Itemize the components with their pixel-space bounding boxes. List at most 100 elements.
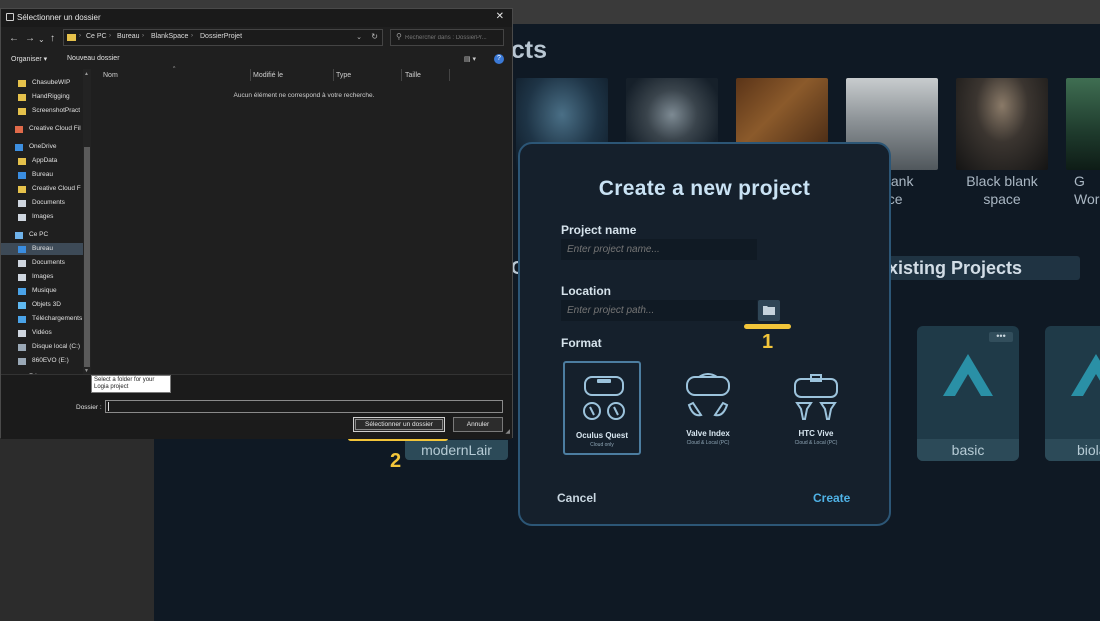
vr-headset-controllers-icon [686, 373, 730, 417]
nav-item[interactable]: HandRigging [1, 91, 87, 103]
project-card-basic[interactable]: ••• basic [917, 326, 1019, 461]
empty-results-message: Aucun élément ne correspond à votre rech… [233, 92, 375, 99]
breadcrumb-item[interactable]: DossierProjet [200, 33, 242, 40]
format-option-oculus-quest[interactable]: Oculus Quest Cloud only [563, 361, 641, 455]
nav-item[interactable]: ChasubeWIP [1, 77, 87, 89]
nav-item[interactable]: 860EVO (E:) [1, 355, 87, 367]
nav-item[interactable]: ScreenshotPract [1, 105, 87, 117]
logia-logo-icon [943, 354, 993, 396]
nav-item-label: Images [32, 213, 54, 220]
annotation-step-1: 1 [762, 331, 774, 353]
documents-icon [18, 200, 26, 207]
recent-chevron-icon[interactable]: ⌄ [38, 35, 45, 44]
nav-item-label: Bureau [32, 171, 53, 178]
view-options-icon[interactable]: ▤ ▾ [464, 55, 476, 63]
template-label-6: G Wor [1074, 173, 1100, 207]
search-icon: ⚲ [396, 32, 402, 41]
drive-icon [18, 358, 26, 365]
template-thumb-5[interactable] [956, 78, 1048, 170]
nav-item[interactable]: Images [1, 271, 87, 283]
cloud-icon [15, 144, 23, 151]
breadcrumb-item[interactable]: Ce PC [86, 33, 107, 40]
nav-item-label: Musique [32, 287, 57, 294]
nav-item-label: Creative Cloud Fil [29, 125, 81, 132]
sort-arrow-icon: ^ [173, 66, 176, 72]
column-header-size[interactable]: Taille [405, 72, 421, 79]
create-button[interactable]: Create [813, 491, 850, 505]
folder-icon [18, 158, 26, 165]
logia-logo-icon [1071, 354, 1100, 396]
nav-item-label: Documents [32, 259, 65, 266]
project-card-label: basic [917, 439, 1019, 461]
project-menu-icon[interactable]: ••• [989, 332, 1013, 342]
organize-button[interactable]: Organiser ▾ [11, 55, 47, 63]
format-sub: Cloud only [590, 442, 614, 448]
resize-grip-icon[interactable]: ◢ [505, 428, 510, 435]
objects3d-icon [18, 302, 26, 309]
project-card-biola[interactable]: biola [1045, 326, 1100, 461]
format-option-htc-vive[interactable]: HTC Vive Cloud & Local (PC) [777, 361, 855, 455]
back-arrow-icon[interactable]: ← [9, 33, 19, 44]
forward-arrow-icon[interactable]: → [25, 33, 35, 44]
nav-item[interactable]: Documents [1, 197, 87, 209]
nav-item[interactable]: Creative Cloud Fil [1, 123, 87, 135]
location-input[interactable] [561, 300, 757, 321]
folder-icon [67, 34, 76, 41]
breadcrumb-item[interactable]: BlankSpace [151, 33, 188, 40]
cancel-button[interactable]: Cancel [557, 491, 596, 505]
navigation-pane: ChasubeWIP HandRigging ScreenshotPract Crea… [1, 69, 91, 374]
nav-item[interactable]: Ce PC [1, 229, 87, 241]
nav-item[interactable]: Images [1, 211, 87, 223]
refresh-icon[interactable]: ↻ [371, 32, 378, 41]
breadcrumb-item[interactable]: Bureau [117, 33, 140, 40]
nav-item[interactable]: Musique [1, 285, 87, 297]
format-label: Format [561, 336, 602, 350]
images-icon [18, 274, 26, 281]
close-icon[interactable]: ✕ [496, 11, 504, 22]
nav-item[interactable]: Disque local (C:) [1, 341, 87, 353]
project-card-modernlair-label[interactable]: modernLair [405, 440, 508, 460]
column-header-type[interactable]: Type [336, 72, 351, 79]
dialog-titlebar[interactable]: Sélectionner un dossier ✕ [1, 9, 512, 27]
nav-item[interactable]: OneDrive [1, 141, 87, 153]
up-arrow-icon[interactable]: ↑ [50, 33, 55, 44]
nav-item[interactable]: Téléchargements [1, 313, 87, 325]
text-caret [108, 402, 109, 411]
dialog-cancel-button[interactable]: Annuler [453, 417, 503, 432]
project-name-input[interactable] [561, 239, 757, 260]
documents-icon [18, 260, 26, 267]
folder-picker-dialog: Sélectionner un dossier ✕ ← → ⌄ ↑ › Ce P… [0, 8, 513, 439]
column-header-modified[interactable]: Modifié le [253, 72, 283, 79]
nav-item[interactable]: Bureau [1, 169, 87, 181]
browse-folder-button[interactable] [758, 300, 780, 321]
address-bar[interactable]: › Ce PC › Bureau › BlankSpace › DossierP… [63, 29, 383, 46]
address-dropdown-icon[interactable]: ⌄ [356, 33, 362, 41]
help-icon[interactable]: ? [494, 54, 504, 64]
format-option-valve-index[interactable]: Valve Index Cloud & Local (PC) [669, 361, 747, 455]
format-sub: Cloud & Local (PC) [686, 440, 730, 446]
nav-item[interactable]: AppData [1, 155, 87, 167]
column-header-name[interactable]: Nom [103, 72, 118, 79]
nav-item-label: Images [32, 273, 54, 280]
nav-item-label: Téléchargements [32, 315, 83, 322]
nav-item[interactable]: Vidéos [1, 327, 87, 339]
nav-item-label: Objets 3D [32, 301, 61, 308]
select-folder-button[interactable]: Sélectionner un dossier [353, 417, 445, 432]
drive-icon [18, 344, 26, 351]
format-sub: Cloud & Local (PC) [794, 440, 838, 446]
computer-icon [15, 232, 23, 239]
search-box[interactable]: ⚲ [390, 29, 504, 46]
template-thumb-6[interactable] [1066, 78, 1100, 170]
nav-item[interactable]: Objets 3D [1, 299, 87, 311]
format-name: HTC Vive [798, 429, 834, 438]
nav-item-label: Disque local (C:) [32, 343, 81, 350]
nav-item-label: ChasubeWIP [32, 79, 71, 86]
new-folder-button[interactable]: Nouveau dossier [67, 55, 120, 62]
folder-icon [18, 80, 26, 87]
navigation-scrollbar[interactable]: ▲ ▼ [83, 69, 91, 374]
nav-item[interactable]: Documents [1, 257, 87, 269]
nav-item[interactable]: Creative Cloud F [1, 183, 87, 195]
search-input[interactable] [405, 32, 501, 43]
folder-input[interactable] [105, 400, 503, 413]
nav-item[interactable]: Bureau [1, 243, 87, 255]
